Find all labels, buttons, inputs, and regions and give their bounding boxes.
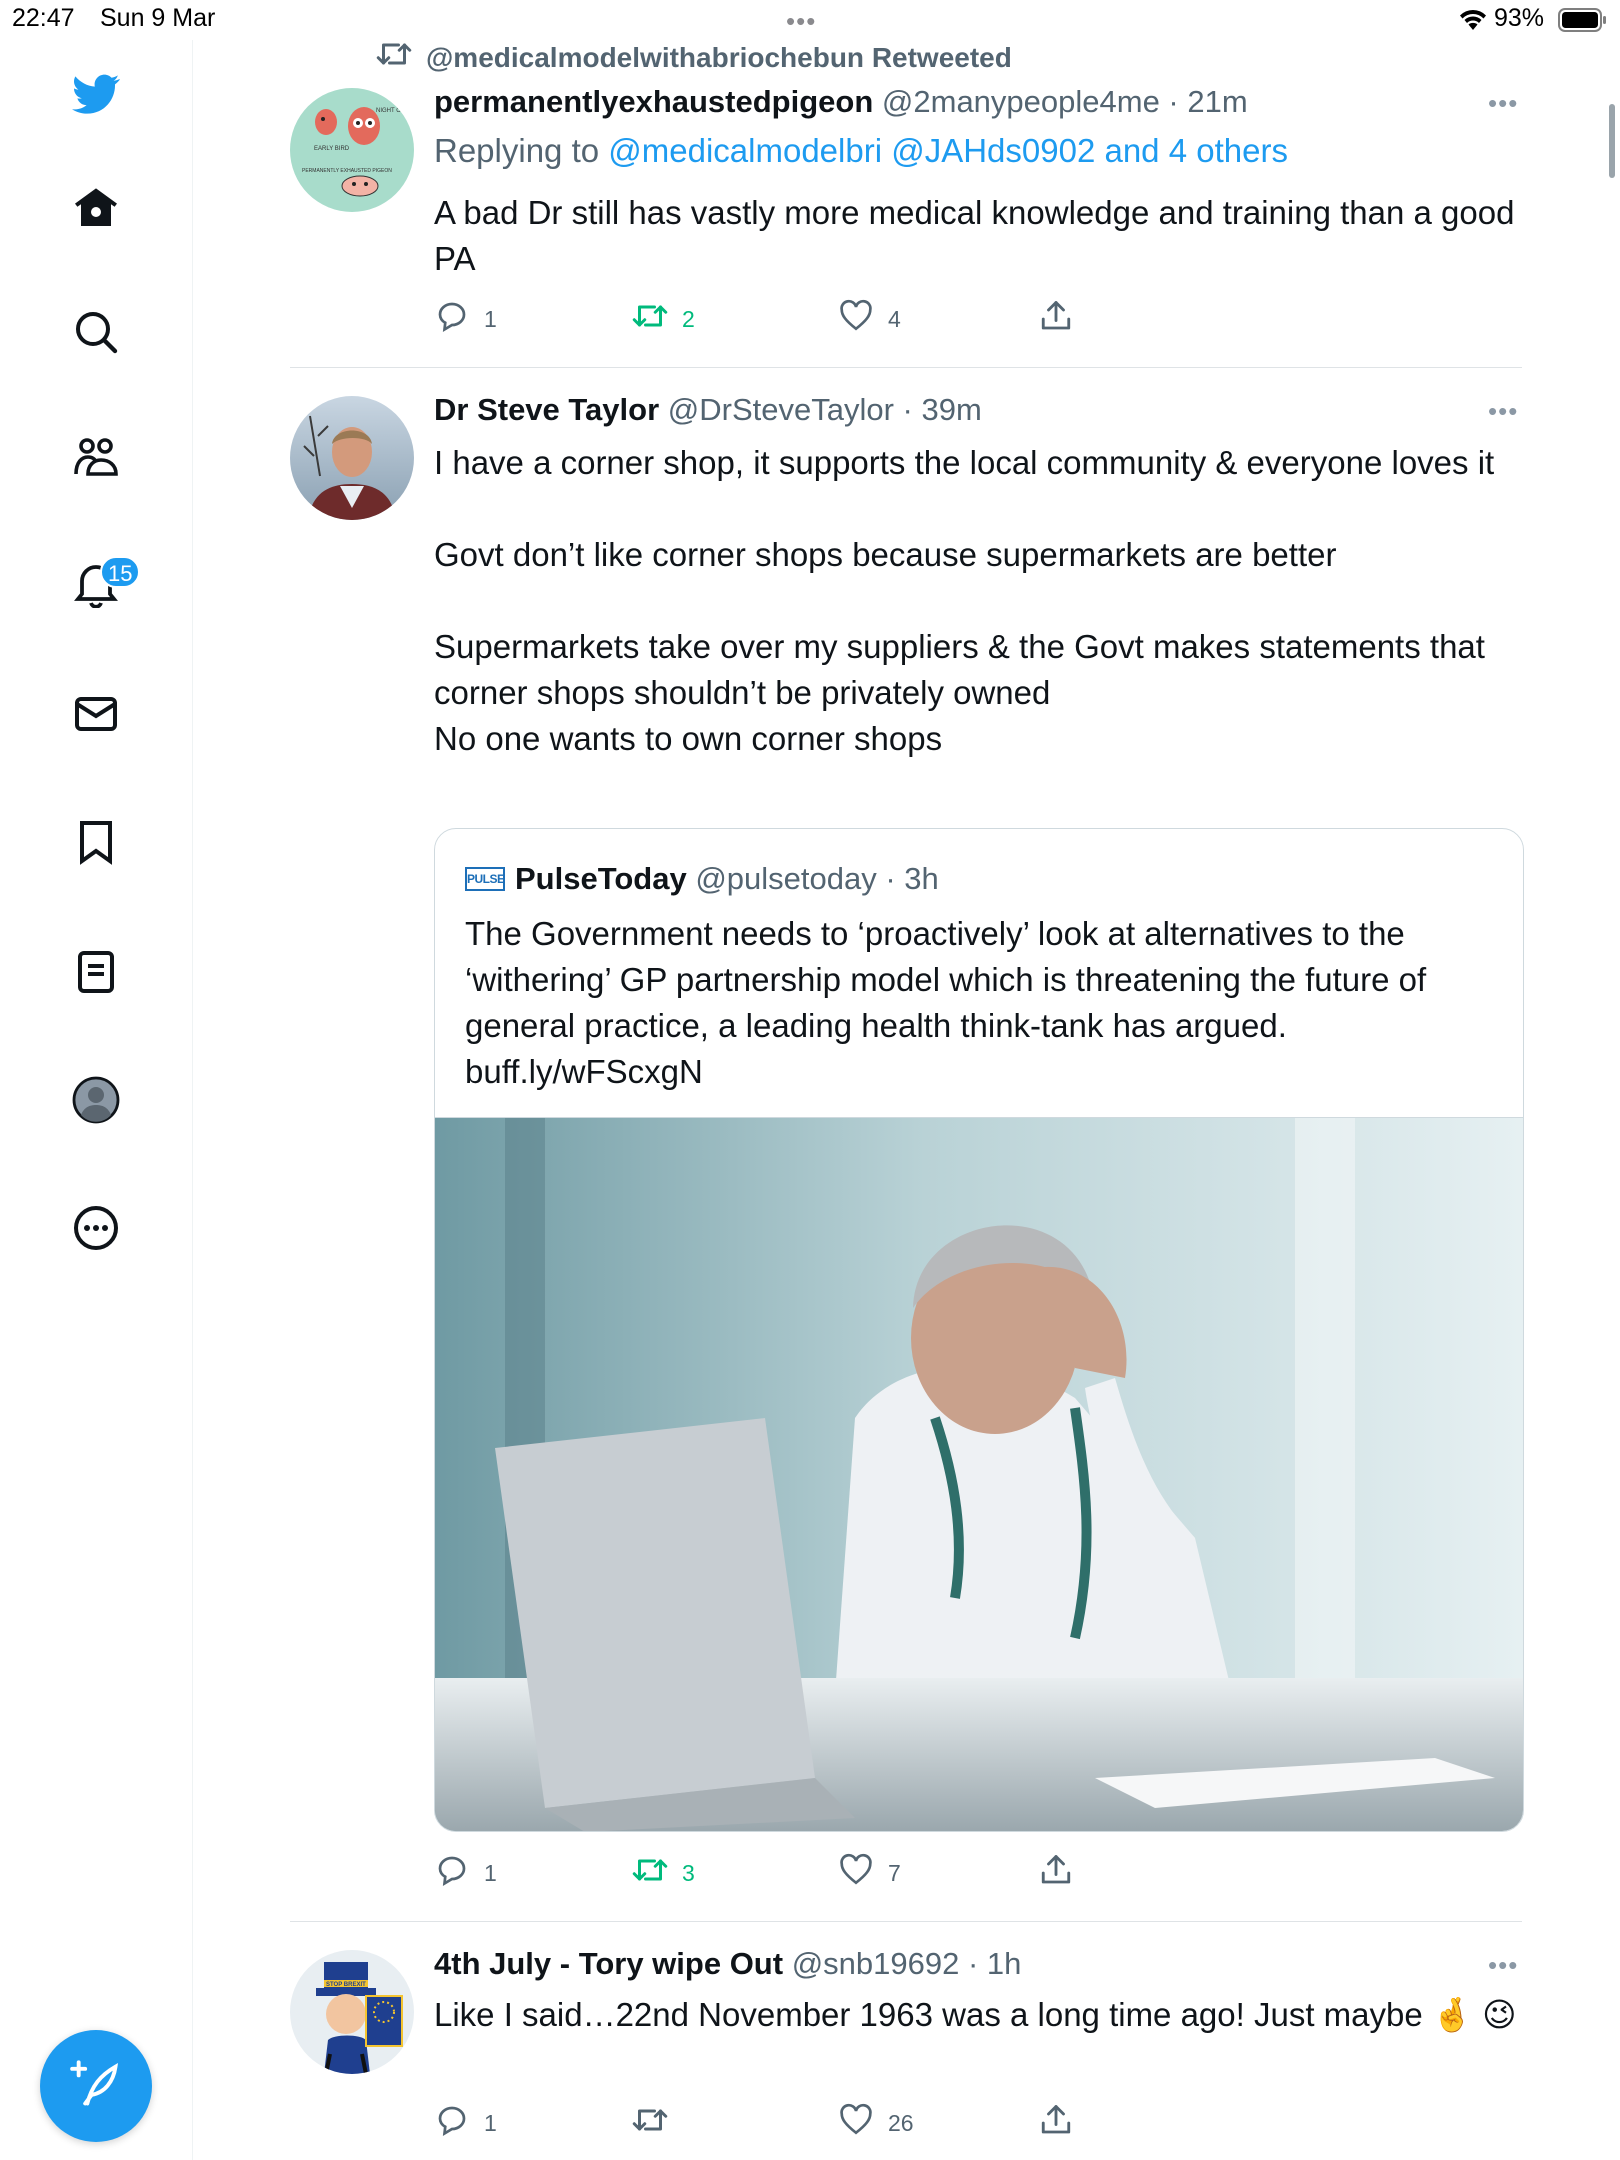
notifications-badge: 15 <box>100 556 141 588</box>
tweet-actions: 1 3 7 <box>434 1852 1094 1892</box>
wifi-icon <box>1458 6 1488 37</box>
avatar-early-text: EARLY BIRD <box>314 146 350 152</box>
tweet-actions: 1 2 4 <box>434 298 1094 338</box>
pulse-logo: PULSE <box>465 867 505 891</box>
tweet-more-icon[interactable]: ••• <box>1488 1950 1518 1981</box>
tweet-more-icon[interactable]: ••• <box>1488 88 1518 119</box>
quoted-display-name: PulseToday <box>515 861 687 896</box>
battery-percent: 93% <box>1494 4 1545 32</box>
retweet-context: @medicalmodelwithabriochebun Retweeted <box>376 36 1012 79</box>
tweet-header: Dr Steve Taylor @DrSteveTaylor · 39m <box>434 392 982 428</box>
status-date: Sun 9 Mar <box>100 4 216 32</box>
avatar-night-text: NIGHT OWL <box>376 108 411 114</box>
replying-to-handles[interactable]: @medicalmodelbri @JAHds0902 and 4 others <box>608 132 1288 169</box>
like-button[interactable]: 26 <box>838 2102 914 2144</box>
handle-time[interactable]: @2manypeople4me · 21m <box>882 84 1248 119</box>
handle-time[interactable]: @snb19692 · 1h <box>792 1946 1022 1981</box>
reply-count: 1 <box>484 305 497 332</box>
compose-icon <box>70 2058 122 2115</box>
share-icon <box>1038 1852 1074 1894</box>
quoted-handle-time: @pulsetoday · 3h <box>695 861 939 896</box>
like-button[interactable]: 7 <box>838 1852 901 1894</box>
avatar[interactable]: EARLY BIRD NIGHT OWL PERMANENTLY EXHAUST… <box>290 88 414 212</box>
divider <box>290 1921 1522 1922</box>
quoted-tweet-text: The Government needs to ‘proactively’ lo… <box>465 915 1427 1090</box>
reply-button[interactable]: 1 <box>434 298 497 340</box>
like-count: 4 <box>888 305 901 332</box>
display-name[interactable]: Dr Steve Taylor <box>434 392 659 427</box>
retweet-icon <box>632 2102 668 2144</box>
tweet-more-icon[interactable]: ••• <box>1488 396 1518 427</box>
avatar-caption-text: PERMANENTLY EXHAUSTED PIGEON <box>302 168 392 174</box>
reply-icon <box>434 2102 470 2144</box>
multitasking-dots-icon[interactable]: ••• <box>786 6 816 37</box>
retweet-context-text[interactable]: @medicalmodelwithabriochebun Retweeted <box>426 42 1012 74</box>
retweet-icon <box>376 36 412 79</box>
profile-icon[interactable] <box>66 1070 126 1130</box>
share-icon <box>1038 2102 1074 2144</box>
retweet-icon <box>632 298 668 340</box>
replying-to-prefix: Replying to <box>434 132 609 169</box>
share-button[interactable] <box>1038 298 1074 340</box>
retweet-count: 2 <box>682 305 695 332</box>
retweet-icon <box>632 1852 668 1894</box>
sidebar-nav: 15 <box>0 40 193 2160</box>
heart-icon <box>838 2102 874 2144</box>
tweet-header: permanentlyexhaustedpigeon @2manypeople4… <box>434 84 1248 120</box>
quoted-tweet-header: PULSE PulseToday @pulsetoday · 3h <box>465 861 939 897</box>
reply-count: 1 <box>484 1859 497 1886</box>
bookmarks-icon[interactable] <box>66 812 126 872</box>
quoted-tweet-image[interactable] <box>435 1117 1523 1831</box>
avatar-hat-text: STOP BREXIT <box>326 1982 366 1988</box>
tweet-text: I have a corner shop, it supports the lo… <box>434 444 1495 757</box>
replying-to: Replying to @medicalmodelbri @JAHds0902 … <box>434 132 1288 170</box>
retweet-button[interactable]: 3 <box>632 1852 695 1894</box>
retweet-count: 3 <box>682 1859 695 1886</box>
avatar[interactable]: STOP BREXIT <box>290 1950 414 2074</box>
like-count: 26 <box>888 2109 914 2136</box>
home-icon[interactable] <box>66 178 126 238</box>
reply-icon <box>434 298 470 340</box>
retweet-button[interactable]: 2 <box>632 298 695 340</box>
twitter-logo-icon[interactable] <box>66 64 126 124</box>
reply-button[interactable]: 1 <box>434 2102 497 2144</box>
tweet-text: A bad Dr still has vastly more medical k… <box>434 194 1524 277</box>
reply-icon <box>434 1852 470 1894</box>
battery-icon <box>1558 8 1608 32</box>
like-count: 7 <box>888 1859 901 1886</box>
heart-icon <box>838 298 874 340</box>
retweet-button[interactable] <box>632 2102 668 2144</box>
display-name[interactable]: 4th July - Tory wipe Out <box>434 1946 783 1981</box>
avatar[interactable] <box>290 396 414 520</box>
share-icon <box>1038 298 1074 340</box>
search-icon[interactable] <box>66 302 126 362</box>
share-button[interactable] <box>1038 2102 1074 2144</box>
lists-icon[interactable] <box>66 942 126 1002</box>
messages-icon[interactable] <box>66 684 126 744</box>
reply-button[interactable]: 1 <box>434 1852 497 1894</box>
tweet-header: 4th July - Tory wipe Out @snb19692 · 1h <box>434 1946 1021 1982</box>
communities-icon[interactable] <box>66 428 126 488</box>
status-time: 22:47 <box>12 4 75 32</box>
heart-icon <box>838 1852 874 1894</box>
display-name[interactable]: permanentlyexhaustedpigeon <box>434 84 873 119</box>
like-button[interactable]: 4 <box>838 298 901 340</box>
compose-button[interactable] <box>40 2030 152 2142</box>
reply-count: 1 <box>484 2109 497 2136</box>
status-bar: 22:47 Sun 9 Mar ••• 93% <box>0 0 1620 40</box>
scrollbar[interactable] <box>1609 104 1615 178</box>
tweet-text: Like I said…22nd November 1963 was a lon… <box>434 1996 1517 2033</box>
tweet-actions: 1 26 <box>434 2102 1094 2142</box>
more-icon[interactable] <box>66 1198 126 1258</box>
handle-time[interactable]: @DrSteveTaylor · 39m <box>668 392 982 427</box>
share-button[interactable] <box>1038 1852 1074 1894</box>
divider <box>290 367 1522 368</box>
quoted-tweet[interactable]: PULSE PulseToday @pulsetoday · 3h The Go… <box>434 828 1524 1832</box>
